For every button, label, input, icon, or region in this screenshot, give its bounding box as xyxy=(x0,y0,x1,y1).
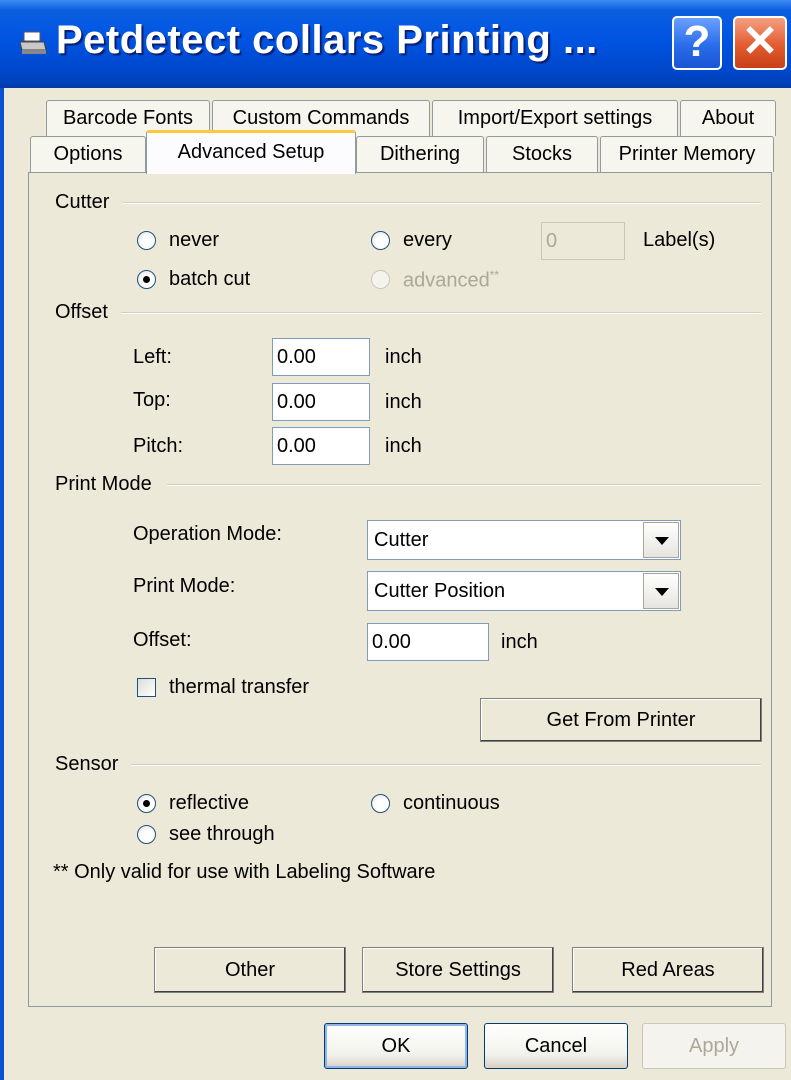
print-mode-group-title: Print Mode xyxy=(55,473,152,495)
print-mode-divider xyxy=(167,484,761,486)
cutter-never-label: never xyxy=(169,229,220,251)
advanced-setup-panel: Cutter never every 0 Label(s) batch cut … xyxy=(28,172,772,1007)
operation-mode-label: Operation Mode: xyxy=(133,523,282,545)
operation-mode-dropdown-arrow-icon[interactable] xyxy=(643,522,679,558)
offset-pitch-label: Pitch: xyxy=(133,435,184,457)
print-offset-label: Offset: xyxy=(133,629,192,651)
print-mode-dropdown-arrow-icon[interactable] xyxy=(643,573,679,609)
thermal-transfer-checkbox[interactable] xyxy=(137,678,156,697)
sensor-continuous-radio[interactable] xyxy=(371,794,390,813)
print-offset-input[interactable]: 0.00 xyxy=(367,623,489,661)
cutter-every-label: every xyxy=(403,229,452,251)
offset-pitch-input[interactable]: 0.00 xyxy=(272,427,370,465)
sensor-see-through-radio[interactable] xyxy=(137,825,156,844)
sensor-group-title: Sensor xyxy=(55,753,119,775)
store-settings-button[interactable]: Store Settings xyxy=(362,947,554,993)
tab-about[interactable]: About xyxy=(680,100,776,136)
sensor-reflective-radio[interactable] xyxy=(137,794,156,813)
offset-pitch-unit: inch xyxy=(385,435,422,457)
cutter-divider xyxy=(123,202,761,204)
cutter-every-count-input[interactable]: 0 xyxy=(541,222,625,260)
print-offset-unit: inch xyxy=(501,631,538,653)
help-button[interactable]: ? xyxy=(672,16,722,70)
thermal-transfer-label: thermal transfer xyxy=(169,676,310,698)
offset-left-input[interactable]: 0.00 xyxy=(272,338,370,376)
offset-top-unit: inch xyxy=(385,391,422,413)
offset-group-title: Offset xyxy=(55,301,108,323)
close-button[interactable]: ✕ xyxy=(733,16,787,70)
cutter-every-radio[interactable] xyxy=(371,231,390,250)
offset-top-label: Top: xyxy=(133,389,171,411)
offset-top-input[interactable]: 0.00 xyxy=(272,383,370,421)
operation-mode-value: Cutter xyxy=(374,529,429,551)
cutter-never-radio[interactable] xyxy=(137,231,156,250)
sensor-reflective-label: reflective xyxy=(169,792,250,814)
window-border xyxy=(0,88,4,1080)
tab-import-export-settings[interactable]: Import/Export settings xyxy=(432,100,678,136)
print-mode-label: Print Mode: xyxy=(133,575,236,597)
sensor-see-through-label: see through xyxy=(169,823,275,845)
tab-stocks[interactable]: Stocks xyxy=(486,136,598,172)
cancel-button[interactable]: Cancel xyxy=(484,1023,628,1069)
red-areas-button[interactable]: Red Areas xyxy=(572,947,764,993)
window-title: Petdetect collars Printing ... xyxy=(56,18,598,62)
cutter-batch-cut-radio[interactable] xyxy=(137,270,156,289)
tab-options[interactable]: Options xyxy=(30,136,146,172)
print-mode-value: Cutter Position xyxy=(374,580,506,602)
labeling-software-footnote: ** Only valid for use with Labeling Soft… xyxy=(53,861,436,883)
cutter-batch-cut-label: batch cut xyxy=(169,268,251,290)
print-mode-select[interactable]: Cutter Position xyxy=(367,571,681,611)
printer-icon xyxy=(19,31,47,54)
cutter-advanced-mark: ** xyxy=(489,268,500,282)
title-bar[interactable]: Petdetect collars Printing ... ? ✕ xyxy=(0,0,791,88)
offset-left-label: Left: xyxy=(133,346,172,368)
sensor-divider xyxy=(131,764,761,766)
sensor-continuous-label: continuous xyxy=(403,792,500,814)
cutter-advanced-label: advanced** xyxy=(403,268,499,293)
offset-left-unit: inch xyxy=(385,346,422,368)
tab-dithering[interactable]: Dithering xyxy=(356,136,484,172)
ok-button[interactable]: OK xyxy=(324,1023,468,1069)
get-from-printer-button[interactable]: Get From Printer xyxy=(480,698,762,742)
cutter-advanced-radio[interactable] xyxy=(371,270,390,289)
cutter-advanced-text: advanced xyxy=(403,269,490,292)
cutter-labels-suffix: Label(s) xyxy=(643,229,716,251)
tab-printer-memory[interactable]: Printer Memory xyxy=(600,136,774,172)
printer-properties-dialog: Petdetect collars Printing ... ? ✕ Barco… xyxy=(0,0,791,1080)
other-button[interactable]: Other xyxy=(154,947,346,993)
operation-mode-select[interactable]: Cutter xyxy=(367,520,681,560)
tab-advanced-setup[interactable]: Advanced Setup xyxy=(146,130,356,174)
apply-button[interactable]: Apply xyxy=(642,1023,786,1069)
cutter-group-title: Cutter xyxy=(55,191,110,213)
offset-divider xyxy=(121,312,761,314)
